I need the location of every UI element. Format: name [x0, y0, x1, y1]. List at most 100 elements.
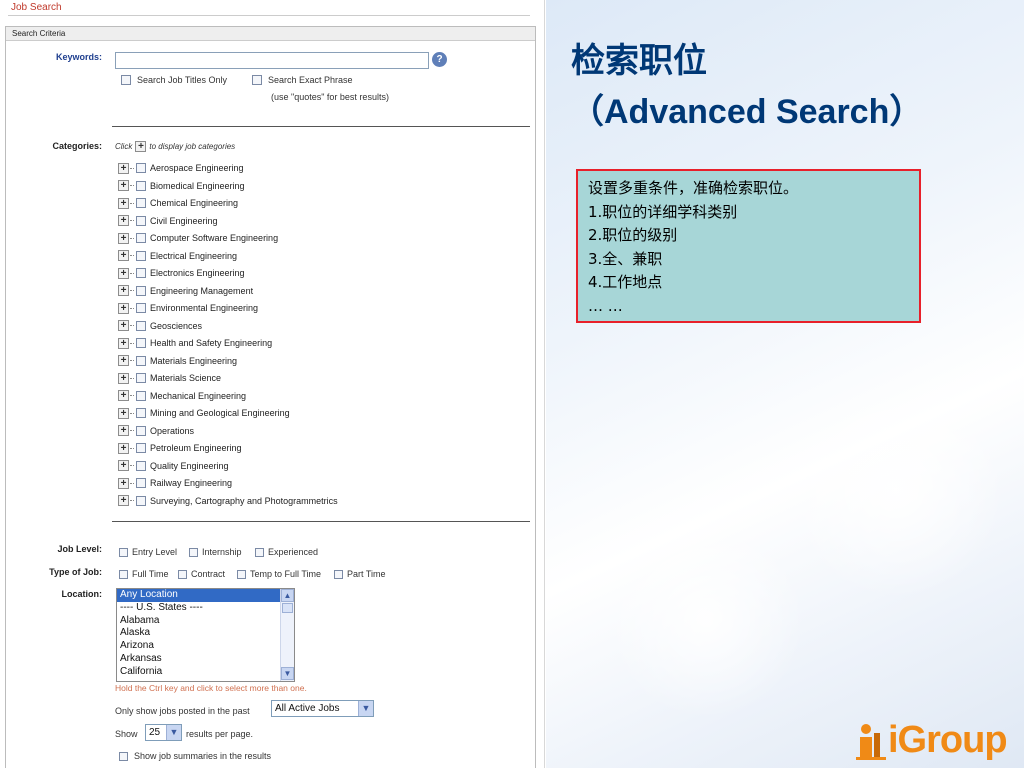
scroll-up-icon[interactable]: ▲	[281, 589, 294, 602]
category-checkbox[interactable]	[136, 443, 146, 453]
expand-plus-icon[interactable]: +	[118, 337, 129, 349]
job-type-checkbox[interactable]	[237, 569, 246, 579]
category-item[interactable]: + Operations	[118, 424, 194, 438]
category-item[interactable]: + Civil Engineering	[118, 214, 218, 228]
expand-plus-icon[interactable]: +	[118, 267, 129, 279]
expand-plus-icon[interactable]: +	[118, 162, 129, 174]
category-item[interactable]: + Geosciences	[118, 319, 202, 333]
expand-plus-icon[interactable]: +	[118, 180, 129, 191]
expand-plus-icon[interactable]: +	[118, 302, 129, 314]
expand-plus-icon[interactable]: +	[118, 425, 129, 436]
category-checkbox[interactable]	[136, 425, 146, 436]
expand-plus-icon[interactable]: +	[118, 390, 129, 401]
category-item[interactable]: + Petroleum Engineering	[118, 441, 242, 455]
category-item[interactable]: + Materials Science	[118, 371, 221, 385]
job-level-checkbox[interactable]	[189, 547, 198, 557]
category-checkbox[interactable]	[136, 233, 146, 243]
expand-plus-icon[interactable]: +	[118, 250, 129, 261]
category-checkbox[interactable]	[136, 495, 146, 506]
category-checkbox[interactable]	[136, 303, 146, 313]
job-type-option[interactable]: Contract	[178, 569, 225, 579]
category-checkbox[interactable]	[136, 250, 146, 261]
job-level-option[interactable]: Entry Level	[119, 547, 177, 557]
expand-plus-icon[interactable]: +	[118, 197, 129, 209]
category-checkbox[interactable]	[136, 355, 146, 366]
category-item[interactable]: + Quality Engineering	[118, 459, 229, 473]
expand-plus-icon[interactable]: +	[118, 232, 129, 244]
expand-plus-icon[interactable]: +	[118, 355, 129, 366]
category-checkbox[interactable]	[136, 285, 146, 296]
category-checkbox[interactable]	[136, 338, 146, 348]
category-item[interactable]: + Electrical Engineering	[118, 249, 237, 263]
category-item[interactable]: + Mining and Geological Engineering	[118, 406, 290, 420]
posted-select[interactable]: All Active Jobs ▼	[271, 700, 374, 717]
search-exact-phrase-checkbox[interactable]	[252, 75, 262, 85]
category-checkbox[interactable]	[136, 180, 146, 191]
category-checkbox[interactable]	[136, 215, 146, 226]
category-item[interactable]: + Aerospace Engineering	[118, 161, 244, 175]
category-item[interactable]: + Electronics Engineering	[118, 266, 245, 280]
job-type-option[interactable]: Full Time	[119, 569, 169, 579]
location-option[interactable]: California	[117, 666, 280, 679]
expand-plus-icon[interactable]: +	[118, 372, 129, 384]
category-item[interactable]: + Biomedical Engineering	[118, 179, 245, 193]
category-item[interactable]: + Surveying, Cartography and Photogrammet…	[118, 494, 338, 508]
category-checkbox[interactable]	[136, 268, 146, 278]
category-item[interactable]: + Materials Engineering	[118, 354, 237, 368]
search-exact-phrase-option[interactable]: Search Exact Phrase	[252, 75, 353, 85]
expand-plus-icon[interactable]: +	[118, 442, 129, 454]
location-option[interactable]: Arkansas	[117, 653, 280, 666]
job-level-checkbox[interactable]	[119, 547, 128, 557]
job-type-checkbox[interactable]	[334, 569, 343, 579]
location-option[interactable]: Alaska	[117, 627, 280, 640]
search-titles-only-option[interactable]: Search Job Titles Only	[121, 75, 227, 85]
chevron-down-icon[interactable]: ▼	[358, 701, 373, 716]
job-level-option[interactable]: Experienced	[255, 547, 318, 557]
category-checkbox[interactable]	[136, 478, 146, 488]
results-per-page-select[interactable]: 25 ▼	[145, 724, 182, 741]
job-level-option-label: Entry Level	[132, 547, 178, 557]
expand-plus-icon[interactable]: +	[118, 460, 129, 471]
location-option[interactable]: Arizona	[117, 640, 280, 653]
job-level-checkbox[interactable]	[255, 547, 264, 557]
expand-plus-icon[interactable]: +	[118, 285, 129, 296]
category-label: Health and Safety Engineering	[150, 338, 273, 348]
category-checkbox[interactable]	[136, 373, 146, 383]
location-option[interactable]: ---- U.S. States ----	[117, 602, 280, 615]
category-checkbox[interactable]	[136, 408, 146, 418]
category-item[interactable]: + Computer Software Engineering	[118, 231, 278, 245]
category-item[interactable]: + Chemical Engineering	[118, 196, 238, 210]
job-type-checkbox[interactable]	[119, 569, 128, 579]
expand-plus-icon[interactable]: +	[118, 477, 129, 489]
job-type-checkbox[interactable]	[178, 569, 187, 579]
scroll-thumb[interactable]	[282, 603, 293, 613]
category-item[interactable]: + Environmental Engineering	[118, 301, 258, 315]
show-summaries-checkbox[interactable]	[119, 751, 128, 761]
category-checkbox[interactable]	[136, 163, 146, 173]
location-option[interactable]: Any Location	[117, 589, 280, 602]
location-listbox[interactable]: Any Location ---- U.S. States ---- Alabama…	[116, 588, 295, 682]
question-circle-icon[interactable]: ?	[432, 52, 447, 67]
chevron-down-icon[interactable]: ▼	[166, 725, 181, 740]
category-item[interactable]: + Mechanical Engineering	[118, 389, 246, 403]
category-item[interactable]: + Health and Safety Engineering	[118, 336, 272, 350]
category-checkbox[interactable]	[136, 320, 146, 331]
expand-plus-icon[interactable]: +	[118, 320, 129, 331]
expand-plus-icon[interactable]: +	[118, 215, 129, 226]
category-checkbox[interactable]	[136, 198, 146, 208]
show-summaries-option[interactable]: Show job summaries in the results	[119, 751, 271, 761]
expand-plus-icon[interactable]: +	[118, 495, 129, 506]
job-type-option[interactable]: Part Time	[334, 569, 386, 579]
search-titles-only-checkbox[interactable]	[121, 75, 131, 85]
scroll-down-icon[interactable]: ▼	[281, 667, 294, 680]
location-option[interactable]: Alabama	[117, 615, 280, 628]
expand-plus-icon[interactable]: +	[118, 407, 129, 419]
keywords-input[interactable]	[115, 52, 429, 69]
job-type-option[interactable]: Temp to Full Time	[237, 569, 321, 579]
category-checkbox[interactable]	[136, 460, 146, 471]
category-checkbox[interactable]	[136, 390, 146, 401]
location-scrollbar[interactable]: ▲ ▼	[280, 589, 294, 681]
job-level-option[interactable]: Internship	[189, 547, 242, 557]
category-item[interactable]: + Engineering Management	[118, 284, 253, 298]
category-item[interactable]: + Railway Engineering	[118, 476, 232, 490]
